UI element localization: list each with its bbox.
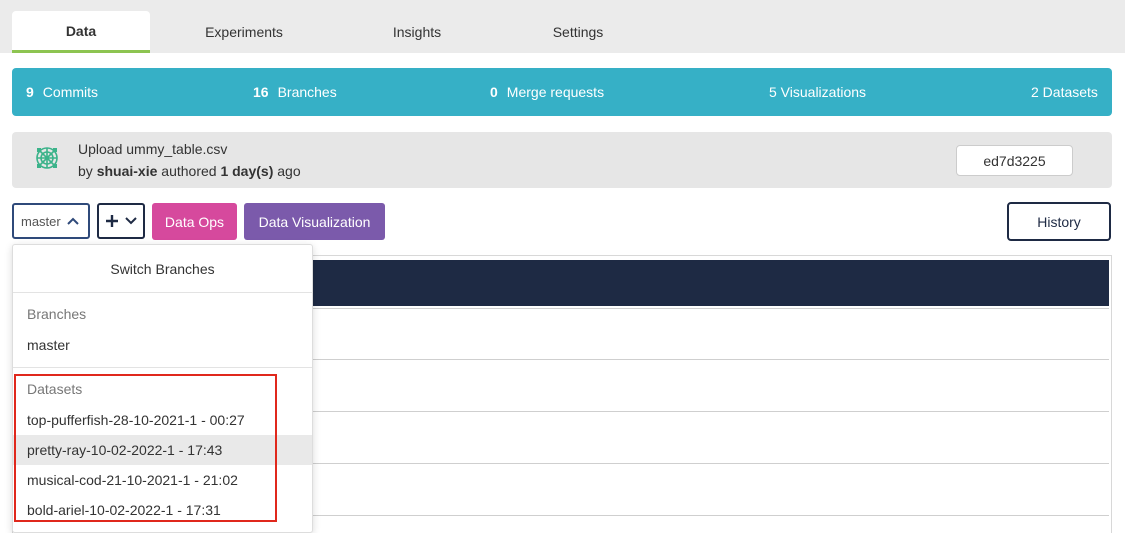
dataset-item[interactable]: top-pufferfish-28-10-2021-1 - 00:27 <box>13 405 312 435</box>
table-row-divider <box>313 308 1109 309</box>
table-row-divider <box>313 359 1109 360</box>
data-ops-button[interactable]: Data Ops <box>152 203 237 240</box>
file-table-header <box>313 260 1109 306</box>
plus-icon <box>106 215 118 227</box>
branch-item-master[interactable]: master <box>13 330 312 360</box>
switch-branches-dropdown: Switch Branches Branches master Datasets… <box>12 244 313 533</box>
merge-requests-count: 0 <box>490 84 498 100</box>
add-menu-button[interactable] <box>97 203 145 239</box>
authored-word: authored <box>161 163 217 179</box>
chevron-down-icon <box>125 217 137 225</box>
table-row-divider <box>313 463 1109 464</box>
history-button[interactable]: History <box>1007 202 1111 241</box>
visualizations-label: 5 Visualizations <box>769 84 867 100</box>
ago-word: ago <box>277 163 301 179</box>
project-stats-bar: 9 Commits 16 Branches 0 Merge requests 5… <box>12 68 1112 116</box>
commits-label: Commits <box>42 84 99 100</box>
data-visualization-button[interactable]: Data Visualization <box>244 203 385 240</box>
by-prefix: by <box>78 163 93 179</box>
last-commit-panel: Upload ummy_table.csv by shuai-xie autho… <box>12 132 1112 188</box>
tab-bar: Data Experiments Insights Settings <box>0 0 1125 53</box>
branches-stat[interactable]: 16 Branches <box>253 68 337 116</box>
tab-data[interactable]: Data <box>12 11 150 53</box>
chevron-up-icon <box>67 217 79 225</box>
commit-message[interactable]: Upload ummy_table.csv <box>78 141 227 157</box>
tab-experiments[interactable]: Experiments <box>175 11 313 53</box>
datasets-heading: Datasets <box>27 381 83 397</box>
tab-settings[interactable]: Settings <box>509 11 647 53</box>
merge-requests-label: Merge requests <box>506 84 605 100</box>
dropdown-title: Switch Branches <box>13 245 312 293</box>
branch-selector-button[interactable]: master <box>12 203 90 239</box>
avatar-icon[interactable] <box>34 145 60 171</box>
dataset-item[interactable]: bold-ariel-10-02-2022-1 - 17:31 <box>13 495 312 525</box>
merge-requests-stat[interactable]: 0 Merge requests <box>490 68 604 116</box>
visualizations-stat[interactable]: 5 Visualizations <box>769 68 866 116</box>
commit-author[interactable]: shuai-xie <box>97 163 158 179</box>
commits-count: 9 <box>26 84 34 100</box>
branches-heading: Branches <box>27 306 87 322</box>
tab-insights[interactable]: Insights <box>348 11 486 53</box>
table-row-divider <box>313 515 1109 516</box>
commit-author-line: by shuai-xie authored 1 day(s) ago <box>78 163 301 179</box>
dropdown-divider <box>13 367 312 368</box>
commits-stat[interactable]: 9 Commits <box>26 68 98 116</box>
dataset-item[interactable]: musical-cod-21-10-2021-1 - 21:02 <box>13 465 312 495</box>
datasets-stat[interactable]: 2 Datasets <box>1031 68 1098 116</box>
branches-label: Branches <box>277 84 337 100</box>
branches-count: 16 <box>253 84 269 100</box>
commit-time: 1 day(s) <box>220 163 274 179</box>
commit-sha-button[interactable]: ed7d3225 <box>956 145 1073 176</box>
branch-name: master <box>21 213 61 229</box>
dataset-item[interactable]: pretty-ray-10-02-2022-1 - 17:43 <box>13 435 312 465</box>
table-row-divider <box>313 411 1109 412</box>
datasets-label: 2 Datasets <box>1031 84 1098 100</box>
